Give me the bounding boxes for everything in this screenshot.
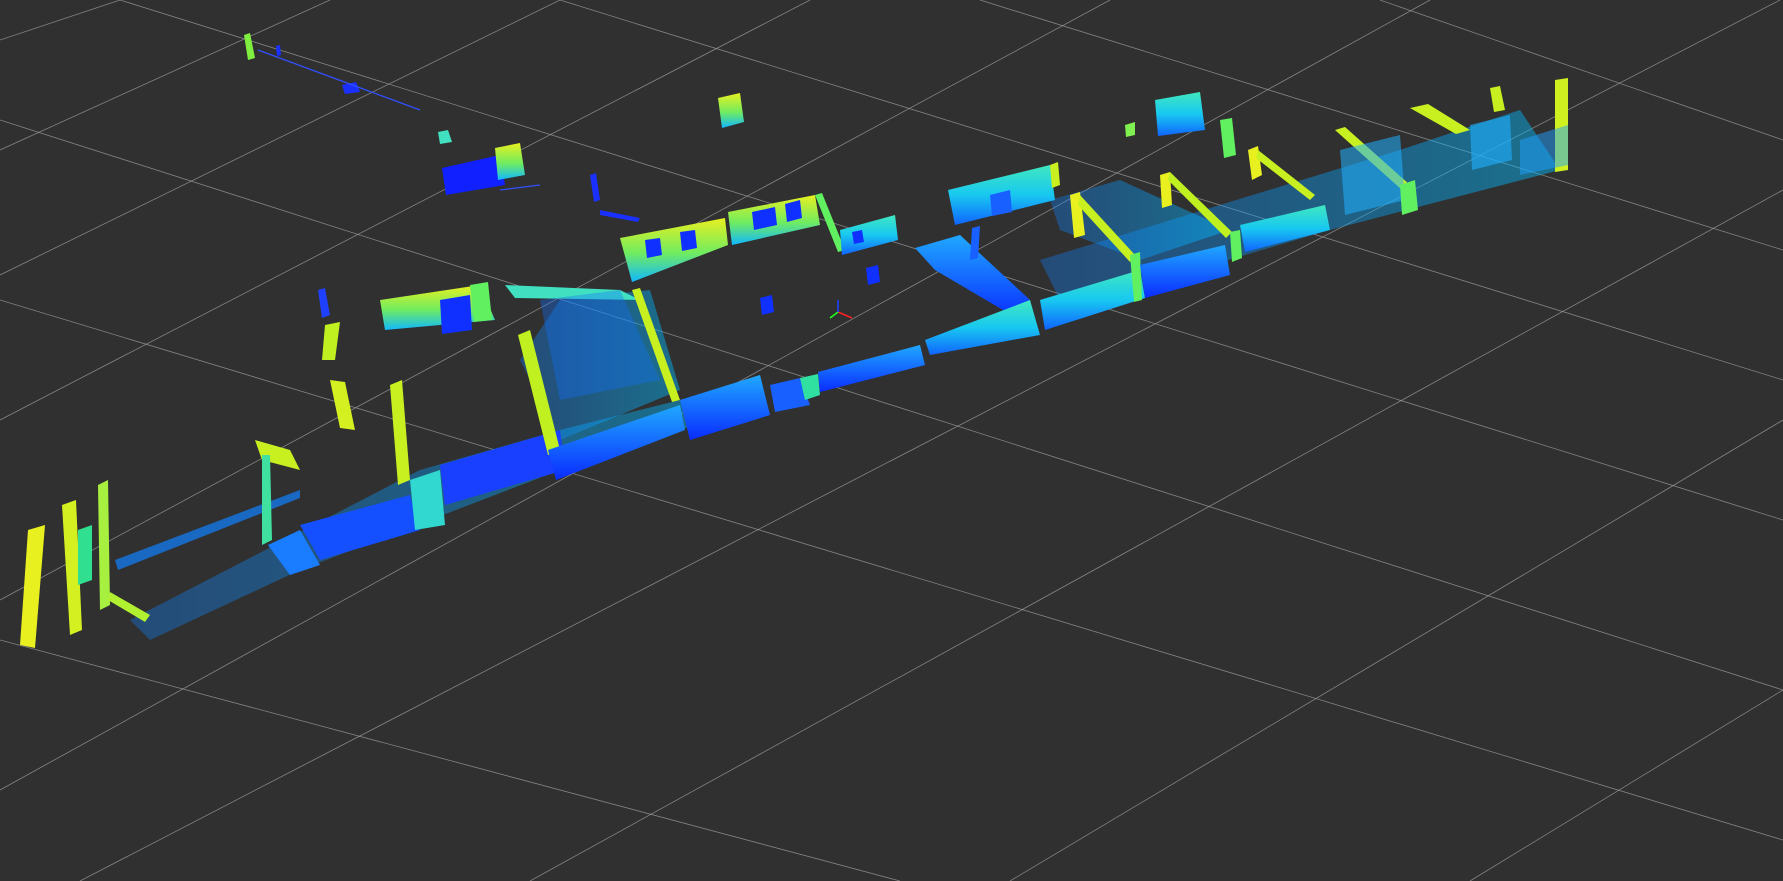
wall-segment [680,375,770,440]
grid-line [0,0,561,276]
grid-line [0,639,901,881]
wall-segment [322,322,340,360]
wall-segment [20,525,45,648]
wall-segment [390,380,410,485]
wall-segment [108,592,150,622]
scan-trace [257,49,421,111]
wall-segment [645,238,662,258]
y-axis [829,311,839,319]
point-cloud [20,33,1568,648]
wall-segment [1125,122,1135,137]
scan-object [438,130,452,144]
wall-segment [760,295,774,315]
scan-object [342,82,360,94]
grid-line [0,119,1783,691]
grid-line [1469,689,1783,881]
grid-line [1009,419,1783,881]
wall-segment [680,230,697,251]
wall-segment [440,295,472,334]
wall-segment [262,455,272,545]
wall-segment [620,218,728,282]
scan-object [600,210,640,222]
grid-line [0,0,121,41]
wall-segment [318,288,330,318]
grid-line [559,0,1783,381]
wall-segment [78,525,92,585]
wall-segment [1410,104,1470,134]
grid-line [0,0,331,151]
axes-icon [829,300,853,319]
wall-segment [818,345,925,392]
wall-segment [1230,230,1242,262]
wall-segment [1490,86,1505,112]
scan-trace [499,184,541,191]
wall-segment [1400,180,1418,215]
grid-line [0,0,811,421]
scan-object [590,173,600,202]
wall-segment [255,440,300,470]
wall-segment [330,380,355,430]
scan-object [442,155,505,195]
3d-viewport[interactable] [0,0,1783,881]
wall-segment [1248,146,1262,180]
scan-object [276,45,281,56]
wall-segment [1155,92,1205,136]
x-axis [837,311,853,319]
wall-segment [1220,118,1236,158]
wall-segment [98,480,110,610]
scan-object [244,33,255,60]
scan-object [718,93,744,128]
wall-segment [410,470,445,530]
scan-object [495,143,525,180]
wall-segment [866,265,880,285]
wall-segment [852,230,864,244]
wall-segment [925,300,1040,355]
wall-segment [840,215,898,255]
